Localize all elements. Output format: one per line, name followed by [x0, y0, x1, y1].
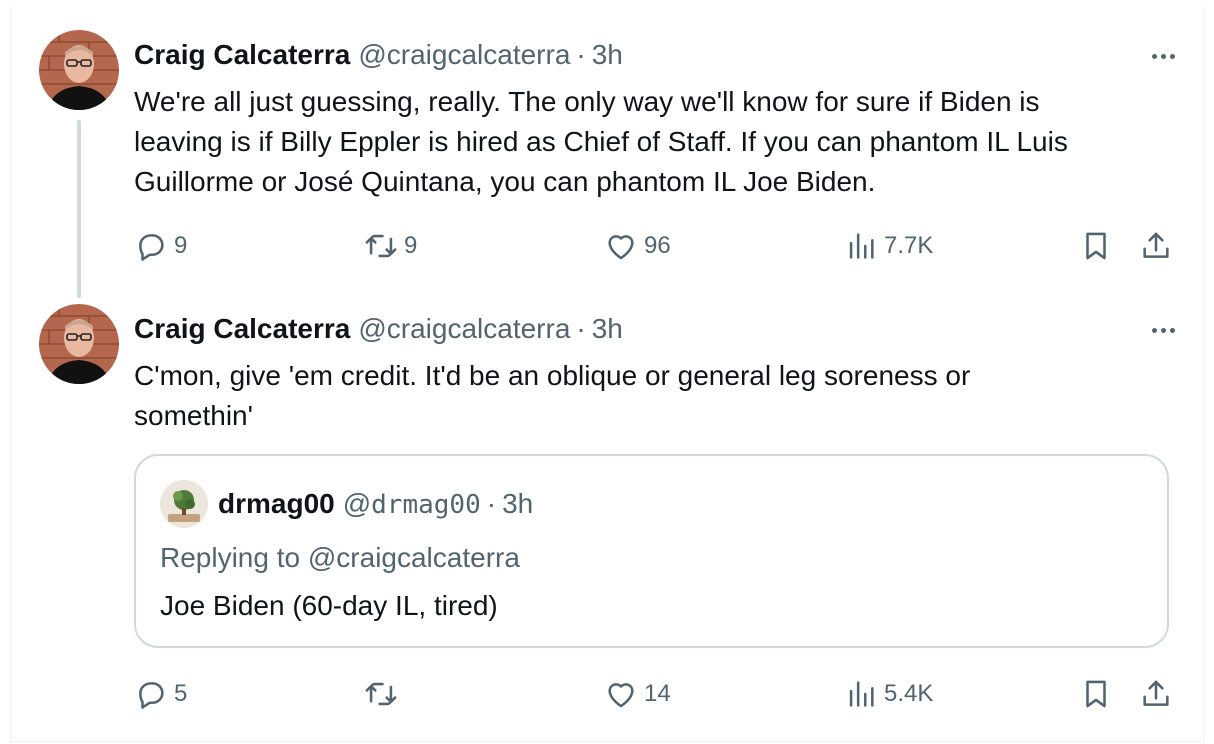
- more-icon: [1151, 53, 1157, 59]
- quoted-tweet[interactable]: drmag00 @drmag00 · 3h Replying to @craig…: [134, 454, 1169, 648]
- tweet-text-line: C'mon, give 'em credit. It'd be an obliq…: [134, 360, 971, 391]
- share-button[interactable]: [1139, 674, 1173, 714]
- more-icon-dot: [1160, 53, 1166, 59]
- heart-icon: [608, 235, 634, 260]
- quoted-author-handle[interactable]: @drmag00: [343, 486, 481, 523]
- heart-icon: [608, 683, 634, 708]
- avatar-image: [39, 304, 119, 384]
- avatar-image: [39, 30, 119, 110]
- tweet-text-line: leaving is if Billy Eppler is hired as C…: [134, 126, 1068, 157]
- reply-icon: [139, 682, 164, 709]
- author-handle[interactable]: @craigcalcaterra: [358, 312, 570, 346]
- quoted-text: Joe Biden (60-day IL, tired): [160, 590, 498, 621]
- views-count: 5.4K: [884, 680, 934, 707]
- like-count: 96: [644, 232, 671, 259]
- views-button[interactable]: 7.7K: [844, 226, 933, 266]
- reply-count: 9: [174, 232, 188, 259]
- reply-button[interactable]: 9: [134, 226, 187, 266]
- reply-count: 5: [174, 680, 188, 707]
- more-icon-dot: [1169, 53, 1175, 59]
- more-options-button[interactable]: [1143, 42, 1183, 70]
- views-icon: [849, 681, 874, 707]
- bookmark-icon: [1086, 232, 1106, 260]
- tweet-actions: 5 14 5.4K: [134, 674, 1179, 714]
- repost-button[interactable]: 9: [364, 226, 417, 266]
- quoted-avatar[interactable]: [160, 480, 208, 528]
- tweet-actions: 9 9 96 7.7K: [134, 226, 1179, 266]
- repost-button[interactable]: [364, 674, 404, 714]
- replying-to: Replying to @craigcalcaterra: [160, 540, 520, 576]
- like-button[interactable]: 96: [604, 226, 671, 266]
- repost-icon: [365, 682, 397, 706]
- more-icon-dot: [1160, 327, 1166, 333]
- more-icon-dot: [1169, 327, 1175, 333]
- share-button[interactable]: [1139, 226, 1173, 266]
- replying-to-prefix: Replying to: [160, 542, 308, 573]
- tweet-text: We're all just guessing, really. The onl…: [134, 82, 1164, 202]
- avatar[interactable]: [39, 304, 119, 384]
- reply-button[interactable]: 5: [134, 674, 187, 714]
- author-handle[interactable]: @craigcalcaterra: [358, 38, 570, 72]
- tweet-timestamp[interactable]: 3h: [592, 38, 623, 72]
- reply-icon: [139, 234, 164, 261]
- bookmark-button[interactable]: [1079, 226, 1113, 266]
- author-name[interactable]: Craig Calcaterra: [134, 38, 350, 72]
- views-count: 7.7K: [884, 232, 934, 259]
- quoted-timestamp[interactable]: 3h: [502, 486, 533, 522]
- tweet-text-line: Guillorme or José Quintana, you can phan…: [134, 166, 876, 197]
- share-icon: [1143, 232, 1169, 258]
- more-icon: [1151, 327, 1157, 333]
- share-icon: [1143, 680, 1169, 706]
- quoted-separator-dot: ·: [486, 488, 497, 519]
- separator-dot: ·: [576, 39, 586, 70]
- bookmark-icon: [1086, 680, 1106, 708]
- author-name[interactable]: Craig Calcaterra: [134, 312, 350, 346]
- repost-icon: [365, 234, 397, 258]
- quoted-handle-prefix: @: [342, 488, 372, 519]
- separator-dot: ·: [576, 313, 586, 344]
- tweet-header: Craig Calcaterra @craigcalcaterra · 3h: [134, 38, 623, 72]
- like-count: 14: [644, 680, 671, 707]
- repost-count: 9: [404, 232, 418, 259]
- views-button[interactable]: 5.4K: [844, 674, 933, 714]
- timeline: Craig Calcaterra @craigcalcaterra · 3h W…: [10, 6, 1204, 742]
- tweet-header: Craig Calcaterra @craigcalcaterra · 3h: [134, 312, 623, 346]
- like-button[interactable]: 14: [604, 674, 671, 714]
- more-options-button[interactable]: [1143, 316, 1183, 344]
- tweet-timestamp[interactable]: 3h: [592, 312, 623, 346]
- quoted-avatar-image: [160, 480, 208, 528]
- quoted-author-name[interactable]: drmag00: [218, 486, 335, 522]
- replying-to-handle[interactable]: @craigcalcaterra: [308, 542, 520, 573]
- tweet-text: C'mon, give 'em credit. It'd be an obliq…: [134, 356, 1164, 436]
- quoted-handle-name: drmag00: [371, 490, 481, 520]
- tweet-text-line: somethin': [134, 400, 253, 431]
- bookmark-button[interactable]: [1079, 674, 1113, 714]
- tweet-text-line: We're all just guessing, really. The onl…: [134, 86, 1040, 117]
- views-icon: [849, 233, 874, 259]
- avatar[interactable]: [39, 30, 119, 110]
- tweet[interactable]: Craig Calcaterra @craigcalcaterra · 3h W…: [11, 30, 1203, 300]
- quoted-header: drmag00 @drmag00 · 3h: [218, 486, 533, 523]
